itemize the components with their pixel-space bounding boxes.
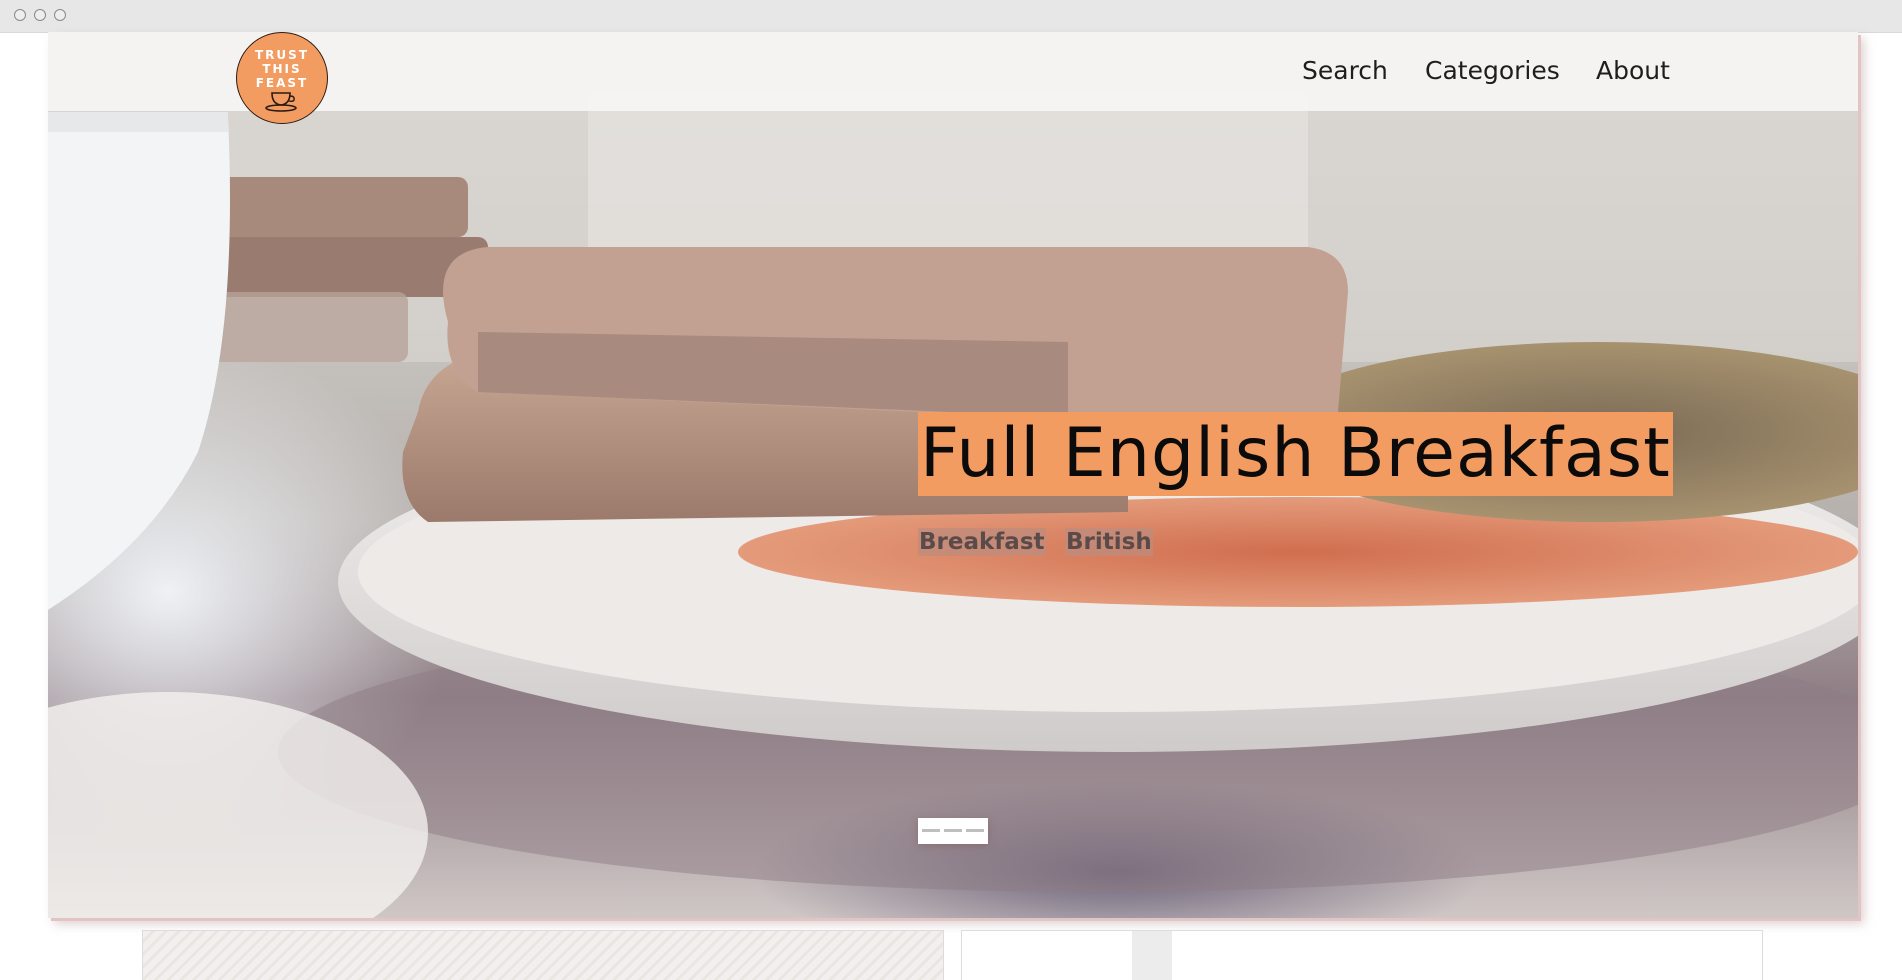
tag-british[interactable]: British: [1065, 528, 1153, 556]
logo-line-3: FEAST: [255, 76, 309, 90]
plate-photo: [1132, 931, 1172, 980]
recipe-card-2[interactable]: [961, 930, 1763, 980]
close-dot[interactable]: [14, 9, 26, 21]
marble-texture: [143, 931, 943, 980]
nav-categories-link[interactable]: Categories: [1425, 56, 1560, 85]
nav-about-link[interactable]: About: [1596, 56, 1670, 85]
logo-line-2: THIS: [262, 62, 302, 76]
site-logo[interactable]: TRUST THIS FEAST: [236, 32, 328, 124]
logo-line-1: TRUST: [255, 48, 309, 62]
hero-button[interactable]: [918, 818, 988, 844]
minimize-dot[interactable]: [34, 9, 46, 21]
nav-search-link[interactable]: Search: [1302, 56, 1388, 85]
zoom-dot[interactable]: [54, 9, 66, 21]
hero-title-box: Full English Breakfast: [918, 412, 1673, 496]
window-titlebar: [0, 0, 1902, 33]
page-title: Full English Breakfast: [920, 414, 1671, 493]
tag-breakfast[interactable]: Breakfast: [918, 528, 1046, 556]
recipe-card-1[interactable]: [142, 930, 944, 980]
button-label-placeholder: [922, 829, 984, 832]
teacup-icon: [265, 92, 297, 112]
